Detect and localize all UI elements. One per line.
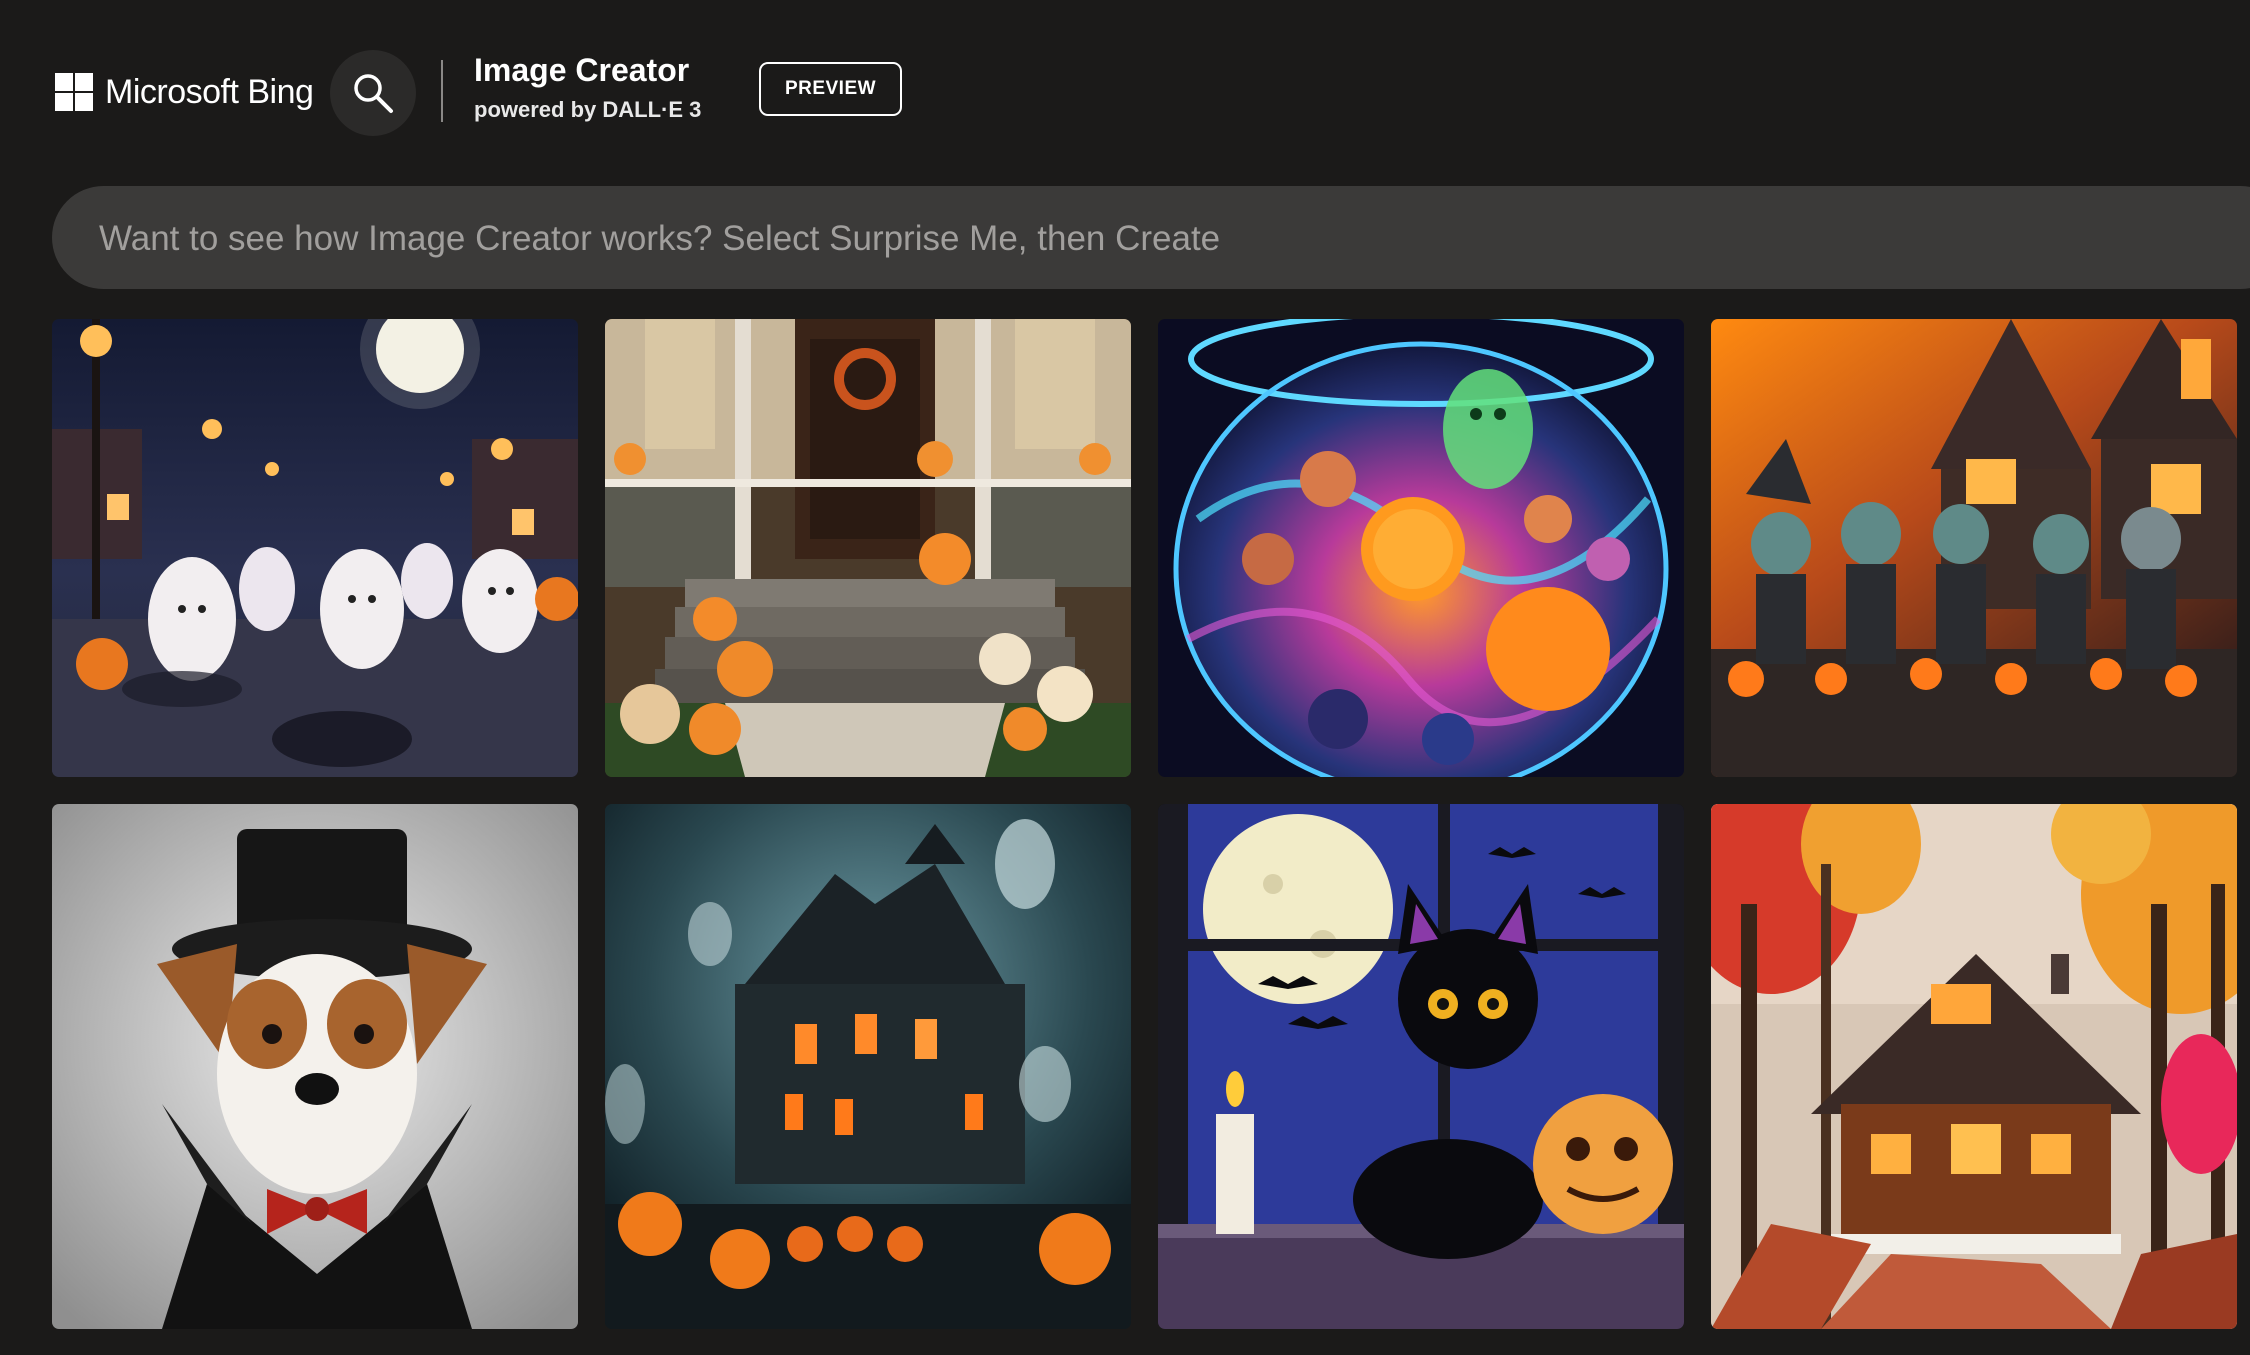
glowing-bowl-image[interactable]	[1158, 319, 1684, 777]
autumn-cabin-image[interactable]	[1711, 804, 2237, 1329]
header: Microsoft Bing Image Creator powered by …	[0, 0, 2250, 185]
dog-vampire-image[interactable]	[52, 804, 578, 1329]
search-button[interactable]	[330, 50, 416, 136]
product-title-block[interactable]: Image Creator powered by DALL·E 3	[474, 52, 701, 123]
windows-logo-icon	[55, 73, 93, 111]
microsoft-bing-logo-link[interactable]: Microsoft Bing	[55, 72, 314, 112]
search-icon	[354, 74, 393, 113]
product-title: Image Creator	[474, 52, 690, 88]
porch-pumpkins-image[interactable]	[605, 319, 1131, 777]
prompt-bar	[52, 186, 2250, 291]
preview-button[interactable]: PREVIEW	[759, 62, 902, 116]
black-cat-window-image[interactable]	[1158, 804, 1684, 1329]
header-divider	[441, 60, 443, 122]
product-subtitle: powered by DALL·E 3	[474, 97, 702, 122]
orange-fog-kids-image[interactable]	[1711, 319, 2237, 777]
prompt-input[interactable]	[97, 186, 2201, 291]
ghosts-street-image[interactable]	[52, 319, 578, 777]
haunted-house-image[interactable]	[605, 804, 1131, 1329]
brand-name: Microsoft Bing	[105, 72, 314, 111]
